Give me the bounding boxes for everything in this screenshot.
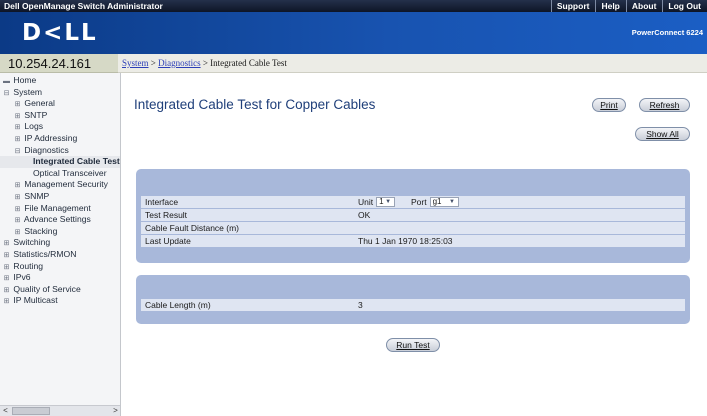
cable-fault-distance-label: Cable Fault Distance (m): [145, 223, 240, 233]
about-link[interactable]: About: [625, 0, 663, 12]
sidebar-item-label: General: [24, 98, 55, 109]
cable-length-row: Cable Length (m) 3: [141, 299, 685, 311]
sidebar-item-advance-settings[interactable]: ⊞ Advance Settings: [0, 214, 120, 226]
top-links: Support Help About Log Out: [550, 0, 707, 12]
sidebar-item-management-security[interactable]: ⊞ Management Security: [0, 179, 120, 191]
unit-control: Unit 1 ▼: [358, 196, 395, 208]
unit-select[interactable]: 1 ▼: [376, 197, 395, 207]
breadcrumb-current: Integrated Cable Test: [210, 58, 287, 68]
expand-icon[interactable]: ⊞: [2, 296, 11, 308]
sidebar-item-label: Routing: [13, 260, 44, 271]
sidebar-item-stacking[interactable]: ⊞ Stacking: [0, 225, 120, 238]
cable-length-panel: Cable Length (m) 3: [136, 275, 690, 324]
port-control: Port g1 ▼: [411, 196, 459, 208]
sidebar-item-diagnostics[interactable]: ⊟ Diagnostics: [0, 144, 120, 157]
sidebar-item-ip-addressing[interactable]: ⊞ IP Addressing: [0, 132, 120, 145]
port-select-value: g1: [432, 197, 442, 206]
show-all-button[interactable]: Show All: [635, 127, 690, 141]
sidebar-item-logs[interactable]: ⊞ Logs: [0, 121, 120, 133]
sidebar-item-file-management[interactable]: ⊞ File Management: [0, 202, 120, 215]
sidebar-item-label: Optical Transceiver: [33, 167, 107, 178]
breadcrumb-link-system[interactable]: System: [122, 58, 149, 68]
sidebar-item-label: Switching: [13, 237, 51, 248]
sidebar-item-integrated-cable-test[interactable]: Integrated Cable Test: [0, 156, 120, 168]
last-update-label: Last Update: [145, 236, 191, 246]
sidebar-item-label: Advance Settings: [23, 214, 91, 225]
cable-test-panel: Interface Unit 1 ▼ Port g1 ▼ Test Result…: [136, 169, 690, 263]
sidebar-item-label: Management Security: [24, 179, 108, 190]
banner: D<LL PowerConnect 6224: [0, 12, 707, 54]
sidebar-item-label: Diagnostics: [24, 144, 69, 155]
sidebar-item-label: Logs: [24, 121, 44, 132]
scroll-right-icon[interactable]: >: [110, 406, 120, 416]
last-update-value: Thu 1 Jan 1970 18:25:03: [358, 236, 453, 246]
sidebar-item-ip-multicast[interactable]: ⊞ IP Multicast: [0, 295, 120, 308]
sidebar-item-label: Integrated Cable Test: [33, 156, 120, 167]
port-label: Port: [411, 197, 427, 207]
log-out-link[interactable]: Log Out: [662, 0, 707, 12]
main-content: Integrated Cable Test for Copper Cables …: [121, 73, 707, 416]
test-result-label: Test Result: [145, 210, 188, 220]
sidebar-item-label: Stacking: [24, 225, 58, 236]
sidebar-item-label: IP Addressing: [24, 132, 78, 143]
sidebar-item-label: IPv6: [13, 272, 31, 283]
chevron-down-icon: ▼: [385, 199, 392, 205]
test-result-row: Test Result OK: [141, 209, 685, 221]
sidebar-item-optical-transceiver[interactable]: Optical Transceiver: [0, 167, 120, 180]
support-link[interactable]: Support: [550, 0, 596, 12]
sidebar-item-home[interactable]: ▬ Home: [0, 75, 120, 87]
help-link[interactable]: Help: [595, 0, 625, 12]
breadcrumb-separator: >: [150, 58, 156, 68]
switch-model: PowerConnect 6224: [631, 28, 703, 37]
interface-row: Interface Unit 1 ▼ Port g1 ▼: [141, 196, 685, 208]
sidebar-item-routing[interactable]: ⊞ Routing: [0, 260, 120, 273]
last-update-row: Last Update Thu 1 Jan 1970 18:25:03: [141, 235, 685, 247]
sidebar-item-system[interactable]: ⊟ System: [0, 86, 120, 99]
sidebar-item-label: System: [13, 86, 43, 97]
sidebar-item-snmp[interactable]: ⊞ SNMP: [0, 190, 120, 203]
dell-logo: D<LL: [22, 20, 98, 46]
interface-label: Interface: [145, 197, 179, 207]
unit-label: Unit: [358, 197, 374, 207]
scroll-left-icon[interactable]: <: [0, 406, 11, 416]
sidebar-item-switching[interactable]: ⊞ Switching: [0, 237, 120, 249]
sidebar-item-general[interactable]: ⊞ General: [0, 98, 120, 110]
print-button[interactable]: Print: [592, 98, 626, 112]
sidebar-item-label: Home: [13, 75, 37, 85]
breadcrumb-link-diagnostics[interactable]: Diagnostics: [158, 58, 201, 68]
app-title: Dell OpenManage Switch Administrator: [4, 1, 163, 11]
sidebar-item-quality-of-service[interactable]: ⊞ Quality of Service: [0, 283, 120, 296]
sidebar-item-ipv6[interactable]: ⊞ IPv6: [0, 272, 120, 284]
test-result-value: OK: [358, 210, 371, 220]
top-menu-bar: Dell OpenManage Switch Administrator Sup…: [0, 0, 707, 12]
breadcrumb: System > Diagnostics > Integrated Cable …: [118, 54, 707, 73]
sidebar-item-label: Quality of Service: [13, 283, 81, 294]
page-title: Integrated Cable Test for Copper Cables: [134, 97, 376, 112]
sidebar-item-statistics-rmon[interactable]: ⊞ Statistics/RMON: [0, 248, 120, 261]
sidebar-item-sntp[interactable]: ⊞ SNTP: [0, 109, 120, 122]
sidebar-item-label: File Management: [24, 202, 91, 213]
sidebar-item-label: SNMP: [24, 190, 50, 201]
run-test-button[interactable]: Run Test: [386, 338, 440, 352]
sidebar-item-label: SNTP: [24, 109, 48, 120]
cable-length-label: Cable Length (m): [145, 300, 211, 310]
cable-length-value: 3: [358, 300, 363, 310]
chevron-down-icon: ▼: [449, 199, 455, 205]
sidebar-horizontal-scrollbar[interactable]: < >: [0, 405, 120, 416]
scrollbar-thumb[interactable]: [12, 407, 50, 415]
sidebar-item-label: IP Multicast: [13, 295, 58, 306]
switch-ip-address: 10.254.24.161: [0, 54, 118, 73]
refresh-button[interactable]: Refresh: [639, 98, 690, 112]
port-select[interactable]: g1 ▼: [429, 197, 459, 207]
sidebar-nav-tree: ▬ Home ⊟ System ⊞ General ⊞ SNTP ⊞ Logs …: [0, 73, 121, 416]
cable-fault-distance-row: Cable Fault Distance (m): [141, 222, 685, 234]
sidebar-item-label: Statistics/RMON: [13, 248, 77, 259]
breadcrumb-separator: >: [202, 58, 208, 68]
